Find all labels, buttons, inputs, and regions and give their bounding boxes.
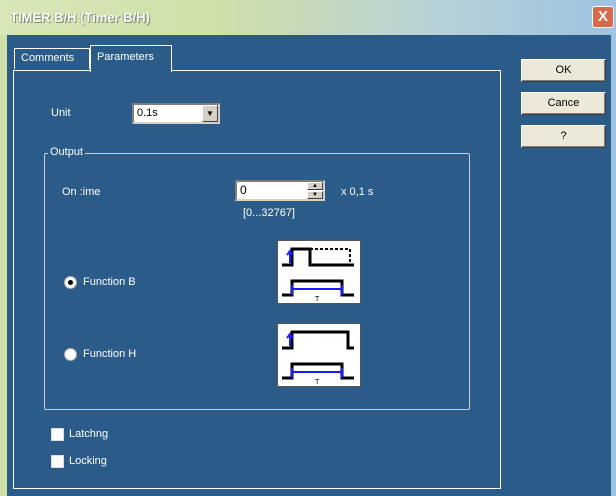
on-time-stepper[interactable]: 0 ▲ ▼	[235, 180, 325, 201]
latching-checkbox[interactable]	[51, 428, 64, 441]
tab-comments[interactable]: Comments	[14, 48, 90, 69]
unit-label: Unit	[51, 107, 71, 119]
function-h-label: Function H	[83, 348, 137, 360]
title-bar[interactable]: TIMER B/H (Timer B/H) X	[0, 0, 616, 35]
close-icon: X	[597, 8, 608, 25]
function-b-label: Function B	[83, 276, 136, 288]
stepper-down-icon[interactable]: ▼	[307, 191, 323, 199]
locking-checkbox[interactable]	[51, 455, 64, 468]
latching-label: Latchng	[69, 428, 109, 440]
on-time-value: 0	[240, 183, 247, 197]
close-button[interactable]: X	[592, 6, 614, 28]
tab-parameters-label: Parameters	[97, 51, 154, 63]
on-time-label: On :ime	[62, 186, 101, 198]
on-time-range: [0...32767]	[243, 207, 295, 219]
function-h-diagram-icon: T	[277, 323, 361, 387]
window-frame-right	[611, 35, 616, 496]
locking-label: Locking	[69, 455, 107, 467]
function-h-radio[interactable]	[64, 348, 77, 361]
unit-select[interactable]: 0.1s ▼	[132, 103, 220, 124]
on-time-unit: x 0,1 s	[341, 186, 374, 198]
stepper-up-icon[interactable]: ▲	[307, 182, 323, 190]
cancel-button[interactable]: Cance	[521, 92, 606, 115]
window-frame-left	[0, 35, 7, 496]
svg-text:T: T	[315, 296, 320, 303]
output-group-legend: Output	[48, 146, 86, 158]
window-title: TIMER B/H (Timer B/H)	[10, 10, 150, 25]
chevron-down-icon[interactable]: ▼	[202, 105, 218, 122]
help-button[interactable]: ?	[521, 125, 606, 148]
tab-comments-label: Comments	[21, 52, 75, 64]
unit-select-value: 0.1s	[137, 107, 158, 119]
svg-text:T: T	[315, 379, 320, 386]
tab-parameters[interactable]: Parameters	[90, 45, 172, 72]
ok-button[interactable]: OK	[521, 59, 606, 82]
function-b-diagram-icon: T	[277, 240, 361, 304]
function-b-radio[interactable]	[64, 276, 77, 289]
